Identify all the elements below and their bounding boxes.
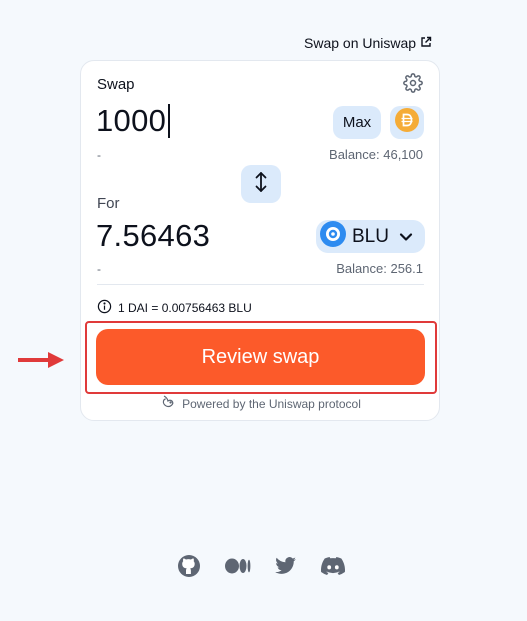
output-token-symbol: BLU bbox=[352, 225, 389, 247]
uniswap-logo-icon bbox=[161, 394, 177, 413]
twitter-icon[interactable] bbox=[275, 557, 297, 575]
exchange-rate[interactable]: 1 DAI = 0.00756463 BLU bbox=[97, 299, 252, 317]
chevron-down-icon bbox=[399, 232, 413, 242]
flip-tokens-button[interactable] bbox=[241, 165, 281, 203]
info-icon bbox=[97, 299, 112, 317]
swap-on-uniswap-link[interactable]: Swap on Uniswap bbox=[304, 35, 432, 51]
input-balance: Balance: 46,100 bbox=[329, 147, 423, 162]
output-label: For bbox=[97, 195, 120, 212]
external-link-icon bbox=[420, 35, 432, 51]
review-swap-button[interactable]: Review swap bbox=[96, 329, 425, 385]
output-usd-value: - bbox=[97, 262, 101, 276]
divider bbox=[97, 284, 424, 285]
blu-icon bbox=[320, 221, 346, 252]
swap-widget: Swap 1000 Max - Balance: 46,100 For 7.56… bbox=[80, 60, 440, 421]
max-button[interactable]: Max bbox=[333, 106, 381, 139]
input-usd-value: - bbox=[97, 148, 101, 162]
powered-by-text: Powered by the Uniswap protocol bbox=[182, 396, 361, 411]
swap-on-uniswap-label: Swap on Uniswap bbox=[304, 35, 417, 51]
output-balance: Balance: 256.1 bbox=[336, 261, 423, 276]
input-token-selector[interactable] bbox=[390, 106, 424, 139]
dai-icon bbox=[395, 108, 419, 137]
footer-social-links bbox=[177, 554, 345, 578]
output-amount-field[interactable]: 7.56463 bbox=[96, 218, 210, 254]
widget-title: Swap bbox=[97, 76, 135, 93]
text-caret bbox=[168, 104, 171, 138]
exchange-rate-text: 1 DAI = 0.00756463 BLU bbox=[118, 301, 252, 315]
input-amount-value: 1000 bbox=[96, 103, 167, 138]
github-icon[interactable] bbox=[177, 554, 201, 578]
settings-gear-icon[interactable] bbox=[403, 73, 423, 93]
swap-direction-icon bbox=[253, 171, 269, 198]
input-amount-field[interactable]: 1000 bbox=[96, 103, 171, 139]
powered-by: Powered by the Uniswap protocol bbox=[81, 394, 441, 413]
medium-icon[interactable] bbox=[225, 558, 251, 574]
discord-icon[interactable] bbox=[321, 557, 345, 575]
arrow-right-icon bbox=[18, 351, 66, 374]
output-token-selector[interactable]: BLU bbox=[316, 220, 425, 253]
